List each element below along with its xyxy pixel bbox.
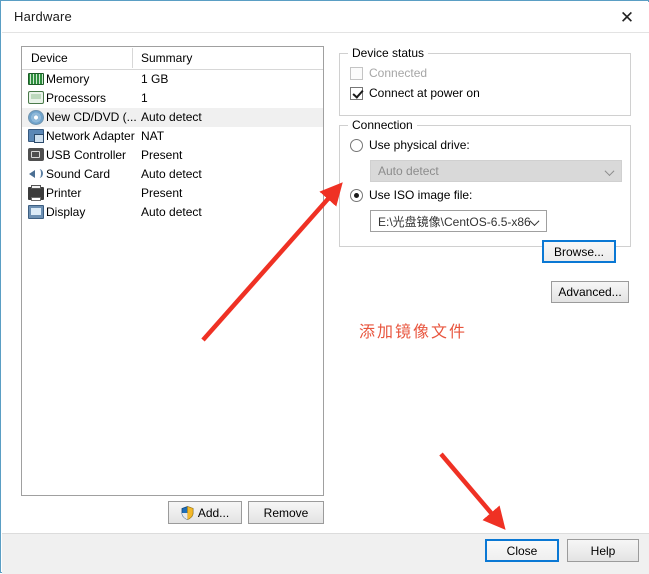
close-icon[interactable]: ✕ [613, 5, 641, 29]
device-summary: Auto detect [141, 167, 202, 181]
radio-circle [350, 188, 363, 202]
help-button[interactable]: Help [567, 539, 639, 562]
radio-circle [350, 138, 363, 152]
checkbox-box [350, 86, 363, 100]
hardware-dialog: Hardware ✕ Device Summary Memory 1 GB Pr… [0, 0, 649, 574]
browse-button[interactable]: Browse... [542, 240, 616, 263]
device-name: Memory [46, 72, 90, 86]
advanced-button-label: Advanced... [558, 285, 622, 299]
remove-button-label: Remove [263, 505, 309, 520]
device-summary: NAT [141, 129, 165, 143]
printer-icon [28, 185, 44, 201]
use-physical-drive-radio[interactable]: Use physical drive: [350, 138, 470, 152]
table-row[interactable]: Network Adapter NAT [22, 127, 323, 146]
device-name: Network Adapter [46, 129, 135, 143]
use-iso-image-radio[interactable]: Use ISO image file: [350, 188, 472, 202]
device-summary: Auto detect [141, 110, 202, 124]
annotation-label: 添加镜像文件 [359, 322, 468, 341]
memory-icon [28, 73, 44, 85]
column-header-device[interactable]: Device [31, 51, 68, 65]
use-physical-drive-label: Use physical drive: [369, 138, 470, 152]
device-summary: Present [141, 186, 183, 200]
sound-icon [28, 167, 44, 181]
connection-title: Connection [348, 118, 417, 132]
physical-drive-value: Auto detect [378, 164, 439, 178]
device-name: USB Controller [46, 148, 127, 162]
iso-path-value: E:\光盘镜像\CentOS-6.5-x86 [378, 214, 531, 229]
device-name: Display [46, 205, 86, 219]
table-row[interactable]: Memory 1 GB [22, 70, 323, 89]
device-status-title: Device status [348, 46, 429, 60]
processor-icon [28, 91, 44, 104]
column-header-summary[interactable]: Summary [141, 51, 192, 65]
dialog-content: Device Summary Memory 1 GB Processors 1 … [2, 32, 649, 534]
device-name: Printer [46, 186, 82, 200]
add-button[interactable]: Add... [168, 501, 242, 524]
checkbox-box [350, 66, 363, 80]
remove-button[interactable]: Remove [248, 501, 324, 524]
chevron-down-icon [606, 169, 614, 174]
table-row-selected[interactable]: New CD/DVD (... Auto detect [22, 108, 323, 127]
use-iso-image-label: Use ISO image file: [369, 188, 473, 202]
table-row[interactable]: USB Controller Present [22, 146, 323, 165]
shield-icon [181, 505, 194, 520]
device-name: Sound Card [46, 167, 111, 181]
connection-group: Connection Use physical drive: Auto dete… [339, 118, 631, 247]
device-summary: Auto detect [141, 205, 202, 219]
chevron-down-icon [531, 219, 539, 224]
table-row[interactable]: Display Auto detect [22, 203, 323, 222]
add-button-label: Add... [197, 505, 230, 520]
header-divider [132, 48, 133, 68]
table-row[interactable]: Printer Present [22, 184, 323, 203]
close-button[interactable]: Close [485, 539, 559, 562]
device-summary: 1 [141, 91, 148, 105]
device-status-group: Device status Connected Connect at power… [339, 46, 631, 116]
table-row[interactable]: Sound Card Auto detect [22, 165, 323, 184]
network-icon [28, 129, 44, 143]
display-icon [28, 205, 44, 219]
device-summary: Present [141, 148, 183, 162]
title-bar: Hardware ✕ [2, 2, 649, 32]
browse-button-label: Browse... [553, 244, 604, 259]
cd-dvd-icon [28, 110, 44, 125]
connect-at-power-on-checkbox[interactable]: Connect at power on [350, 86, 480, 100]
connected-checkbox[interactable]: Connected [350, 66, 427, 80]
device-name: New CD/DVD (... [46, 110, 137, 124]
table-row[interactable]: Processors 1 [22, 89, 323, 108]
device-name: Processors [46, 91, 107, 105]
device-summary: 1 GB [141, 72, 169, 86]
physical-drive-select[interactable]: Auto detect [370, 160, 622, 182]
device-list-header: Device Summary [22, 47, 323, 70]
page-title: Hardware [14, 9, 72, 24]
connected-label: Connected [369, 66, 428, 80]
close-button-label: Close [506, 543, 538, 558]
iso-path-select[interactable]: E:\光盘镜像\CentOS-6.5-x86 [370, 210, 547, 232]
connect-at-power-on-label: Connect at power on [369, 86, 480, 100]
device-list[interactable]: Device Summary Memory 1 GB Processors 1 … [21, 46, 324, 496]
help-button-label: Help [590, 543, 616, 558]
advanced-button[interactable]: Advanced... [551, 281, 629, 303]
usb-icon [28, 148, 44, 161]
